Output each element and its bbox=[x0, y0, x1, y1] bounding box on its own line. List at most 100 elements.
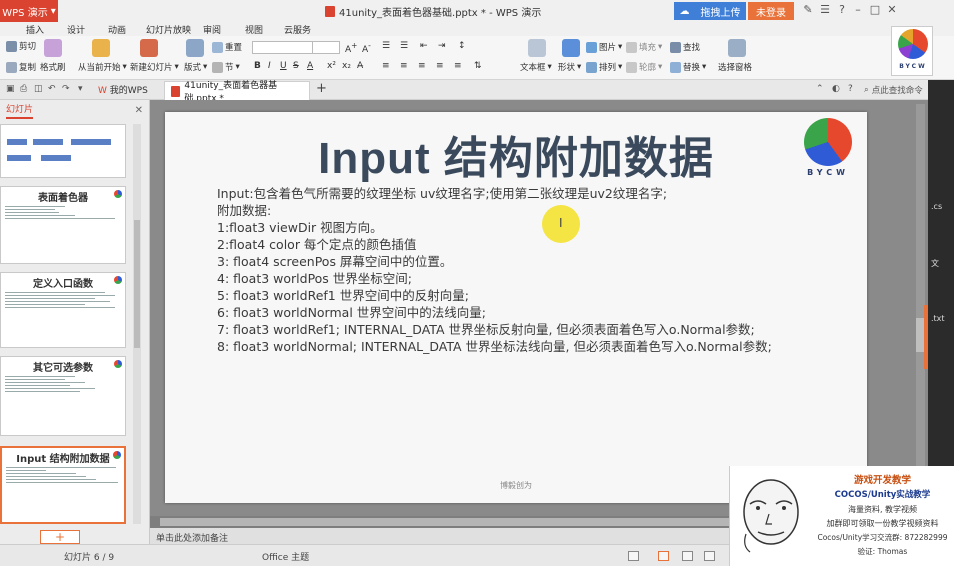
clear-format-icon[interactable]: A̶ bbox=[357, 61, 363, 71]
undo-icon[interactable]: ↶ bbox=[48, 84, 56, 94]
redo-icon[interactable]: ↷ bbox=[62, 84, 70, 94]
line-spacing-icon[interactable]: ↕ bbox=[458, 41, 466, 51]
tab-my-wps[interactable]: W 我的WPS bbox=[98, 83, 148, 96]
restore-icon[interactable]: ? bbox=[835, 3, 849, 16]
selection-pane-button[interactable]: 选择窗格 bbox=[718, 61, 752, 73]
reset-button[interactable]: 重置 bbox=[212, 41, 242, 53]
slides-panel-tab[interactable]: 幻灯片 bbox=[6, 102, 34, 119]
new-slide-button[interactable]: 新建幻灯片 ▾ bbox=[130, 61, 179, 73]
tab-slideshow[interactable]: 幻灯片放映 bbox=[146, 23, 191, 36]
tab-active-document[interactable]: 41unity_表面着色器基础.pptx * bbox=[164, 81, 310, 104]
layout-button[interactable]: 版式 ▾ bbox=[184, 61, 207, 73]
print-icon[interactable]: ⎙ bbox=[20, 84, 27, 94]
align-right-icon[interactable]: ≡ bbox=[418, 61, 426, 71]
new-tab-button[interactable]: + bbox=[316, 81, 327, 96]
increase-indent-icon[interactable]: ⇥ bbox=[438, 41, 446, 51]
add-slide-button[interactable]: + bbox=[40, 530, 80, 544]
find-button[interactable]: 查找 bbox=[670, 41, 700, 53]
tab-cloud[interactable]: 云服务 bbox=[284, 23, 311, 36]
fill-button[interactable]: 填充 ▾ bbox=[626, 41, 662, 53]
help-icon[interactable]: ? bbox=[848, 84, 853, 94]
reading-view-icon[interactable] bbox=[704, 551, 715, 561]
format-painter-button[interactable]: 格式刷 bbox=[40, 61, 66, 73]
slide-body-text[interactable]: Input:包含着色气所需要的纹理坐标 uv纹理名字;使用第二张纹理是uv2纹理… bbox=[217, 185, 772, 355]
login-button[interactable]: 未登录 bbox=[748, 2, 794, 20]
minimize-icon[interactable]: – bbox=[851, 3, 865, 16]
copy-button[interactable]: 复制 bbox=[6, 61, 36, 73]
menu-icon[interactable]: ☰ bbox=[818, 3, 832, 16]
slide-thumbnail[interactable]: 定义入口函数 bbox=[0, 272, 126, 348]
distribute-icon[interactable]: ≡ bbox=[454, 61, 462, 71]
shape-label: 形状 bbox=[558, 63, 576, 73]
shrink-font-icon[interactable]: A- bbox=[362, 41, 371, 55]
font-size-select[interactable] bbox=[312, 41, 340, 54]
maximize-icon[interactable]: □ bbox=[868, 3, 882, 16]
skin-icon[interactable]: ◐ bbox=[832, 84, 840, 94]
outline-button[interactable]: 轮廓 ▾ bbox=[626, 61, 662, 73]
text-direction-icon[interactable]: ⇅ bbox=[474, 61, 482, 71]
grow-font-icon[interactable]: A+ bbox=[345, 41, 357, 55]
presentation-file-icon bbox=[171, 85, 181, 97]
align-center-icon[interactable]: ≡ bbox=[400, 61, 408, 71]
command-search[interactable]: ⌕ 点此查找命令 bbox=[864, 84, 923, 96]
scrollbar-thumb[interactable] bbox=[134, 220, 140, 348]
bullet-list-icon[interactable]: ☰ bbox=[382, 41, 390, 51]
bold-icon[interactable]: B bbox=[254, 61, 261, 71]
underline-icon[interactable]: U bbox=[280, 61, 287, 71]
thumb-diagram-box bbox=[7, 155, 31, 161]
picture-button[interactable]: 图片 ▾ bbox=[586, 41, 622, 53]
collapse-ribbon-icon[interactable]: ⌃ bbox=[816, 84, 824, 94]
app-menu-button[interactable]: WPS 演示 ▾ bbox=[0, 0, 58, 22]
textbox-button[interactable]: 文本框 ▾ bbox=[520, 61, 552, 73]
dropdown-icon: ▾ bbox=[658, 62, 663, 72]
textbox-icon bbox=[528, 39, 546, 57]
save-icon[interactable]: ▣ bbox=[6, 84, 15, 94]
sorter-view-icon[interactable] bbox=[682, 551, 693, 561]
slide-thumbnail[interactable]: 表面着色器 bbox=[0, 186, 126, 264]
normal-view-icon[interactable] bbox=[658, 551, 669, 561]
slide[interactable]: Input 结构附加数据 BYCW Input:包含着色气所需要的纹理坐标 uv… bbox=[165, 112, 867, 503]
upload-button[interactable]: ☁ 拖拽上传 bbox=[674, 2, 746, 20]
from-current-button[interactable]: 从当前开始 ▾ bbox=[78, 61, 127, 73]
subscript-icon[interactable]: x₂ bbox=[342, 61, 351, 71]
close-icon[interactable]: ✕ bbox=[135, 105, 143, 116]
justify-icon[interactable]: ≡ bbox=[436, 61, 444, 71]
quick-access-dropdown-icon[interactable]: ▾ bbox=[78, 84, 83, 94]
shape-button[interactable]: 形状 ▾ bbox=[558, 61, 581, 73]
slide-thumbnail[interactable]: 其它可选参数 bbox=[0, 356, 126, 436]
tab-insert[interactable]: 插入 bbox=[26, 23, 44, 36]
slides-panel-scrollbar[interactable] bbox=[133, 124, 141, 524]
window-title: 41unity_表面着色器基础.pptx * - WPS 演示 bbox=[325, 4, 541, 19]
align-left-icon[interactable]: ≡ bbox=[382, 61, 390, 71]
section-button[interactable]: 节 ▾ bbox=[212, 61, 240, 73]
decrease-indent-icon[interactable]: ⇤ bbox=[420, 41, 428, 51]
numbered-list-icon[interactable]: ☰ bbox=[400, 41, 408, 51]
tab-review[interactable]: 审阅 bbox=[203, 23, 221, 36]
font-color-icon[interactable]: A bbox=[307, 61, 313, 71]
new-slide-label: 新建幻灯片 bbox=[130, 63, 173, 73]
superscript-icon[interactable]: x² bbox=[327, 61, 336, 71]
italic-icon[interactable]: I bbox=[268, 61, 271, 71]
preview-icon[interactable]: ◫ bbox=[34, 84, 43, 94]
skin-icon[interactable]: ✎ bbox=[801, 3, 815, 16]
menu-tabs: 插入 设计 动画 幻灯片放映 审阅 视图 云服务 bbox=[0, 22, 954, 36]
strikethrough-icon[interactable]: S bbox=[293, 61, 299, 71]
replace-button[interactable]: 替换 ▾ bbox=[670, 61, 706, 73]
slide-thumbnail-selected[interactable]: Input 结构附加数据 bbox=[0, 446, 126, 524]
slide-title[interactable]: Input 结构附加数据 bbox=[165, 122, 867, 186]
spellcheck-icon[interactable] bbox=[628, 551, 639, 561]
arrange-button[interactable]: 排列 ▾ bbox=[586, 61, 622, 73]
slide-thumbnail[interactable] bbox=[0, 124, 126, 178]
selection-pane-icon bbox=[728, 39, 746, 57]
tab-view[interactable]: 视图 bbox=[245, 23, 263, 36]
cut-button[interactable]: 剪切 bbox=[6, 40, 36, 52]
textbox-label: 文本框 bbox=[520, 63, 546, 73]
tab-animation[interactable]: 动画 bbox=[108, 23, 126, 36]
tab-design[interactable]: 设计 bbox=[67, 23, 85, 36]
dropdown-icon: ▾ bbox=[658, 42, 663, 52]
dropdown-icon: ▾ bbox=[122, 62, 127, 72]
dropdown-icon: ▾ bbox=[702, 62, 707, 72]
section-icon bbox=[212, 61, 223, 73]
window-title-text: 41unity_表面着色器基础.pptx * - WPS 演示 bbox=[339, 8, 542, 19]
close-icon[interactable]: ✕ bbox=[885, 3, 899, 16]
